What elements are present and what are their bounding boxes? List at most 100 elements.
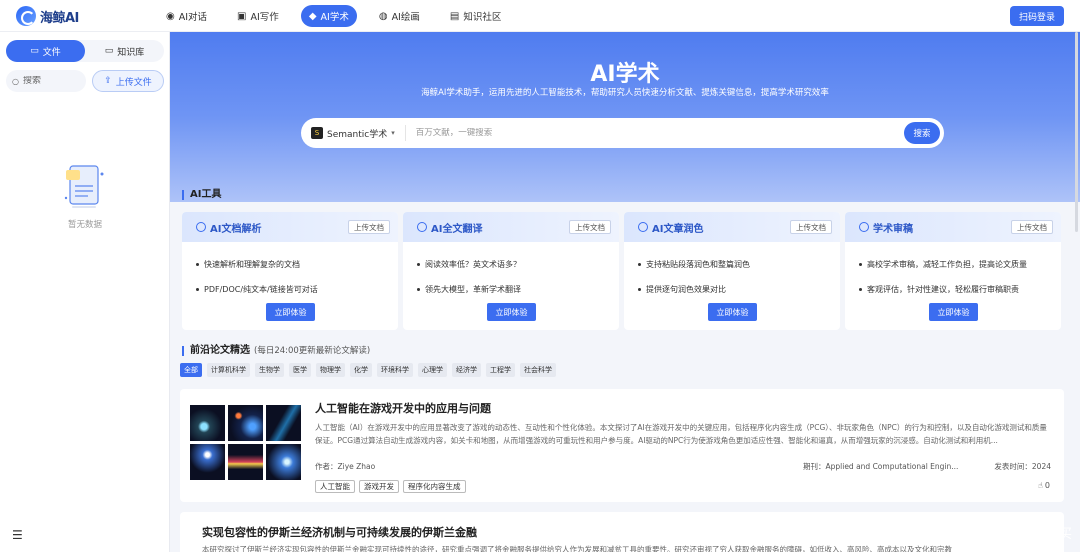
category-item[interactable]: 计算机科学: [207, 363, 250, 377]
category-item[interactable]: 生物学: [255, 363, 284, 377]
tool-feature: 阅读效率低？英文术语多？: [417, 259, 521, 270]
try-now-button[interactable]: 立即体验: [929, 303, 978, 321]
category-item[interactable]: 经济学: [452, 363, 481, 377]
upload-doc-button[interactable]: 上传文档: [569, 220, 611, 234]
tool-name: AI文章润色: [638, 220, 703, 235]
nav-ai-chat[interactable]: ◉ AI对话: [158, 5, 215, 27]
category-item[interactable]: 心理学: [418, 363, 447, 377]
thumbs-up-icon: ☝: [1038, 481, 1043, 490]
logo[interactable]: 海鲸AI: [16, 6, 79, 26]
search-button[interactable]: 搜索: [904, 122, 940, 144]
paper-abstract: 本研究探讨了伊斯兰经济实现包容性的伊斯兰金融实现可持续性的途径，研究重点强调了将…: [202, 545, 952, 552]
literature-search-input[interactable]: [415, 128, 904, 138]
try-now-button[interactable]: 立即体验: [708, 303, 757, 321]
tab-knowledge-base[interactable]: ▭ 知识库: [85, 40, 164, 62]
tool-name: AI全文翻译: [417, 220, 482, 235]
nav-ai-academic[interactable]: ◆ AI学术: [300, 5, 357, 27]
scrollbar[interactable]: [1075, 32, 1078, 232]
category-item[interactable]: 化学: [350, 363, 372, 377]
bullet-icon: [638, 263, 641, 266]
watermark-logo: 值: [984, 523, 1003, 542]
empty-state-text: 暂无数据: [67, 220, 102, 230]
feature-text: 阅读效率低？英文术语多？: [425, 260, 521, 269]
feature-text: 客观评估，针对性建议，轻松履行审稿职责: [867, 285, 1019, 294]
paper-tag[interactable]: 人工智能: [315, 480, 355, 493]
tool-card-review: 学术审稿 上传文档 高校学术审稿，减轻工作负担，提高论文质量 客观评估，针对性建…: [845, 212, 1061, 330]
upload-doc-button[interactable]: 上传文档: [790, 220, 832, 234]
upload-label: 上传文件: [115, 77, 152, 88]
category-item[interactable]: 医学: [289, 363, 311, 377]
tool-card-full-translation: AI全文翻译 上传文档 阅读效率低？英文术语多？ 领先大模型，革新学术翻译 立即…: [403, 212, 619, 330]
nav-label: AI对话: [178, 12, 208, 23]
paper-author: 作者：Ziye Zhao: [315, 462, 376, 471]
try-now-button[interactable]: 立即体验: [266, 303, 315, 321]
nav-ai-painting[interactable]: ◍ AI绘画: [371, 5, 428, 27]
thumbnail-image: [190, 405, 225, 441]
sidebar: ▭ 文件 ▭ 知识库 ○ ⇪ 上传文件 暂无数据 ☰: [0, 32, 170, 552]
chevron-down-icon: ▾: [391, 129, 395, 137]
hero-banner: AI学术 海鲸AI学术助手，运用先进的人工智能技术，帮助研究人员快速分析文献、提…: [170, 32, 1080, 202]
like-count: 0: [1044, 481, 1050, 490]
paper-card[interactable]: 人工智能在游戏开发中的应用与问题 人工智能（AI）在游戏开发中的应用显著改变了游…: [180, 389, 1064, 502]
paper-title[interactable]: 人工智能在游戏开发中的应用与问题: [315, 400, 491, 416]
tool-name-text: 学术审稿: [873, 223, 913, 235]
section-title-text: AI工具: [190, 189, 222, 200]
search-icon: ○: [12, 76, 19, 86]
category-item[interactable]: 环境科学: [377, 363, 413, 377]
paper-tags: 人工智能 游戏开发 程序化内容生成: [315, 480, 466, 493]
nav-label: 知识社区: [463, 12, 502, 23]
literature-search-box: S Semantic学术 ▾ 搜索: [301, 118, 944, 148]
thumbnail-image: [266, 405, 301, 441]
like-button[interactable]: ☝ 0: [1038, 481, 1050, 490]
category-all[interactable]: 全部: [180, 363, 202, 377]
tool-card-header: AI全文翻译 上传文档: [403, 212, 619, 242]
tool-feature: 高校学术审稿，减轻工作负担，提高论文质量: [859, 259, 1027, 270]
upload-file-button[interactable]: ⇪ 上传文件: [92, 70, 164, 92]
review-icon: [859, 222, 869, 232]
feature-text: 高校学术审稿，减轻工作负担，提高论文质量: [867, 260, 1027, 269]
logo-text: 海鲸AI: [40, 10, 79, 26]
paper-title[interactable]: 实现包容性的伊斯兰经济机制与可持续发展的伊斯兰金融: [202, 524, 477, 540]
tab-files[interactable]: ▭ 文件: [6, 40, 85, 62]
file-search-input[interactable]: [22, 76, 81, 86]
paper-tag[interactable]: 程序化内容生成: [403, 480, 466, 493]
empty-document-icon: [64, 165, 104, 208]
tool-name: AI文档解析: [196, 220, 261, 235]
search-engine-selector[interactable]: S Semantic学术 ▾: [311, 125, 406, 141]
folder-icon: ▭: [104, 46, 114, 56]
palette-icon: ◍: [378, 10, 388, 22]
menu-icon[interactable]: ☰: [12, 528, 23, 542]
tool-feature: 客观评估，针对性建议，轻松履行审稿职责: [859, 284, 1019, 295]
engine-label: Semantic学术: [327, 129, 388, 140]
tool-card-header: AI文章润色 上传文档: [624, 212, 840, 242]
tool-feature: 领先大模型，革新学术翻译: [417, 284, 521, 295]
category-item[interactable]: 社会科学: [520, 363, 556, 377]
paper-card[interactable]: 实现包容性的伊斯兰经济机制与可持续发展的伊斯兰金融 本研究探讨了伊斯兰经济实现包…: [180, 512, 1064, 552]
top-navigation-bar: 海鲸AI ◉ AI对话 ▣ AI写作 ◆ AI学术 ◍ AI绘画 ▤ 知识社区 …: [0, 0, 1080, 32]
nav-ai-writing[interactable]: ▣ AI写作: [229, 5, 287, 27]
upload-doc-button[interactable]: 上传文档: [1011, 220, 1053, 234]
paper-journal: 期刊：Applied and Computational Engin...: [803, 462, 959, 471]
tool-card-polish: AI文章润色 上传文档 支持粘贴段落润色和整篇润色 提供逐句润色效果对比 立即体…: [624, 212, 840, 330]
nav-label: AI学术: [320, 12, 349, 23]
login-button[interactable]: 扫码登录: [1009, 6, 1064, 26]
tool-name-text: AI文档解析: [210, 223, 262, 235]
try-now-button[interactable]: 立即体验: [487, 303, 536, 321]
ai-icon: [638, 222, 648, 232]
feature-text: 快速解析和理解复杂的文档: [204, 260, 300, 269]
chat-icon: ◉: [166, 10, 175, 22]
category-item[interactable]: 工程学: [486, 363, 515, 377]
tool-name-text: AI文章润色: [652, 223, 704, 235]
feature-text: 提供逐句润色效果对比: [646, 285, 726, 294]
main-content: AI学术 海鲸AI学术助手，运用先进的人工智能技术，帮助研究人员快速分析文献、提…: [170, 32, 1080, 552]
upload-icon: ⇪: [104, 76, 112, 86]
section-title-text: 前沿论文精选: [190, 345, 250, 356]
category-filter: 全部 计算机科学 生物学 医学 物理学 化学 环境科学 心理学 经济学 工程学 …: [180, 363, 556, 377]
upload-doc-button[interactable]: 上传文档: [348, 220, 390, 234]
category-item[interactable]: 物理学: [316, 363, 345, 377]
paper-date: 发表时间：2024: [994, 462, 1051, 471]
bullet-icon: [417, 263, 420, 266]
whale-logo-icon: [16, 6, 36, 26]
paper-tag[interactable]: 游戏开发: [359, 480, 399, 493]
nav-knowledge-community[interactable]: ▤ 知识社区: [442, 5, 509, 27]
